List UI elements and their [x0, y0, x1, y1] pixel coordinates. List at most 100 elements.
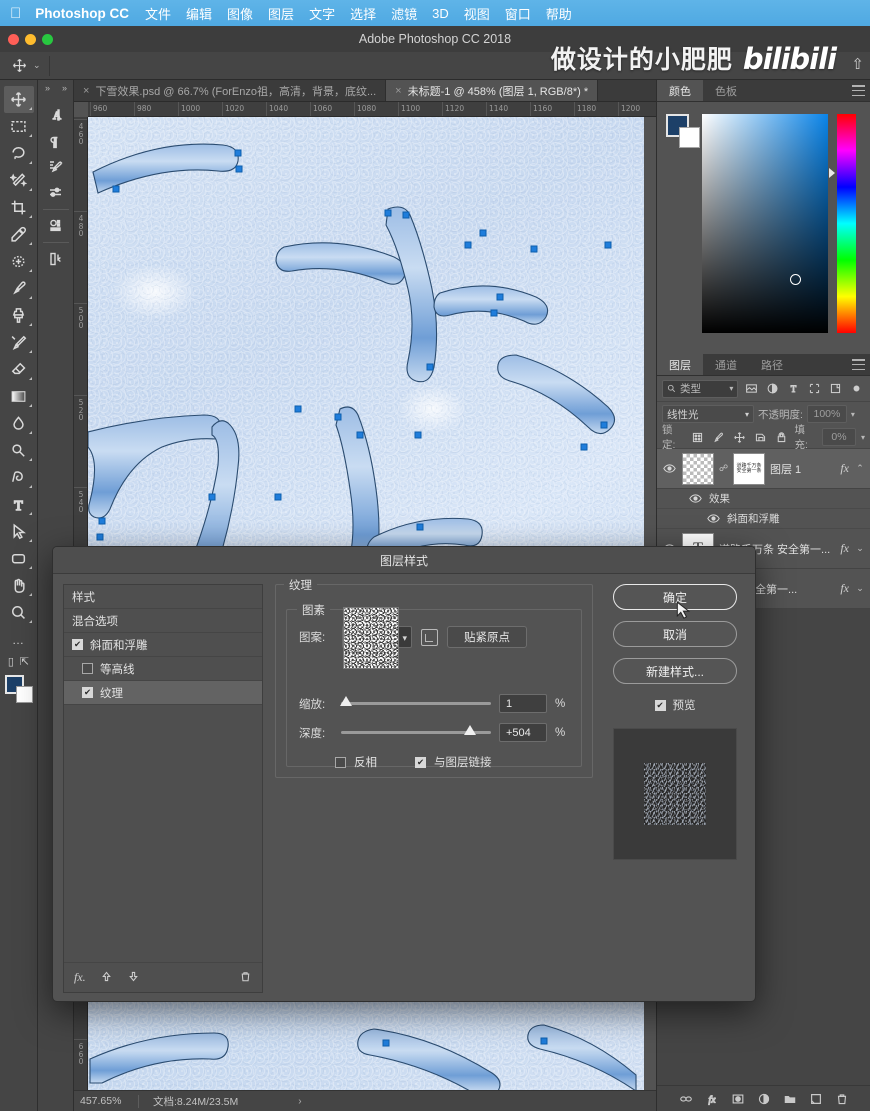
share-icon[interactable]: ⇧: [851, 55, 864, 73]
blend-mode-select[interactable]: 线性光 ▾: [662, 405, 754, 423]
style-checkbox-texture[interactable]: [82, 687, 93, 698]
path-anchor-point[interactable]: [384, 209, 392, 217]
link-mask-icon[interactable]: ☍: [719, 463, 728, 474]
adjustments-panel-icon[interactable]: [42, 213, 70, 239]
styles-list-footer[interactable]: fx.: [64, 962, 262, 992]
brush-tool-icon[interactable]: [4, 275, 34, 302]
scale-slider-knob[interactable]: [339, 696, 352, 706]
zoom-tool-icon[interactable]: [4, 599, 34, 626]
link-with-layer-checkbox[interactable]: [415, 756, 426, 768]
menu-item-3d[interactable]: 3D: [432, 6, 449, 21]
style-checkbox-bevel-emboss[interactable]: [72, 639, 83, 650]
background-color-swatch[interactable]: [679, 127, 700, 148]
background-color-swatch[interactable]: [15, 686, 33, 703]
menu-item-view[interactable]: 视图: [464, 4, 490, 23]
color-panel[interactable]: [657, 102, 870, 354]
path-anchor-point[interactable]: [98, 517, 106, 525]
chevron-down-icon[interactable]: ▾: [745, 410, 749, 419]
lock-row[interactable]: 锁定: 填充: 0% ▾: [657, 424, 870, 451]
path-anchor-point[interactable]: [490, 309, 498, 317]
color-panel-swatches[interactable]: [666, 114, 700, 148]
close-window-button[interactable]: [8, 34, 19, 45]
color-swatches[interactable]: [4, 674, 34, 704]
eraser-tool-icon[interactable]: [4, 356, 34, 383]
close-icon[interactable]: ×: [83, 85, 89, 97]
window-controls[interactable]: [8, 34, 53, 45]
pattern-thumbnail[interactable]: [343, 607, 399, 669]
lasso-tool-icon[interactable]: [4, 140, 34, 167]
tools-panel[interactable]: T … ▯ ⇱: [0, 80, 38, 1111]
path-anchor-point[interactable]: [600, 421, 608, 429]
lock-position-icon[interactable]: [732, 429, 748, 446]
gradient-tool-icon[interactable]: [4, 383, 34, 410]
preview-row[interactable]: 预览: [654, 697, 696, 713]
cancel-button[interactable]: 取消: [613, 621, 737, 647]
path-anchor-point[interactable]: [580, 443, 588, 451]
document-tab-snow-effect[interactable]: × 下雪效果.psd @ 66.7% (ForEnzo祖，高清，背景，底纹...: [74, 80, 387, 101]
layer-filter-row[interactable]: 类型 ▾ T: [657, 376, 870, 402]
path-anchor-point[interactable]: [356, 431, 364, 439]
hue-slider-marker[interactable]: [829, 168, 835, 178]
filter-toggle-icon[interactable]: [849, 380, 865, 397]
ok-button[interactable]: 确定: [613, 584, 737, 610]
path-anchor-point[interactable]: [479, 229, 487, 237]
layer-fx-icon[interactable]: fx: [840, 541, 849, 556]
layer-name[interactable]: 图层 1: [770, 461, 835, 477]
pattern-row[interactable]: 图案: ▾ 贴紧原点: [299, 607, 569, 669]
layer-style-dialog[interactable]: 图层样式 样式 混合选项 斜面和浮雕 等高线: [52, 546, 756, 1002]
chevron-down-icon[interactable]: ▾: [851, 410, 855, 419]
path-anchor-point[interactable]: [208, 493, 216, 501]
path-anchor-point[interactable]: [96, 533, 104, 541]
eyedropper-tool-icon[interactable]: [4, 221, 34, 248]
expand-panel-icon-left[interactable]: »: [45, 83, 50, 93]
depth-value-field[interactable]: +504: [499, 723, 547, 742]
filter-type-icon[interactable]: T: [786, 380, 802, 397]
path-anchor-point[interactable]: [464, 241, 472, 249]
magic-wand-tool-icon[interactable]: [4, 167, 34, 194]
horizontal-ruler[interactable]: 960 980 1000 1020 1040 1060 1080 1100 1120 1140 11…: [88, 102, 656, 117]
path-anchor-point[interactable]: [274, 493, 282, 501]
mac-menu-bar[interactable]:  Photoshop CC 文件 编辑 图像 图层 文字 选择 滤镜 3D 视…: [0, 0, 870, 26]
menu-item-select[interactable]: 选择: [350, 4, 376, 23]
path-anchor-point[interactable]: [402, 211, 410, 219]
move-tool-icon[interactable]: [6, 55, 32, 77]
document-tab-bar[interactable]: × 下雪效果.psd @ 66.7% (ForEnzo祖，高清，背景，底纹...…: [74, 80, 656, 102]
filter-smart-icon[interactable]: [828, 380, 844, 397]
path-anchor-point[interactable]: [112, 185, 120, 193]
effect-visibility-icon[interactable]: [705, 514, 721, 523]
menu-item-image[interactable]: 图像: [227, 4, 253, 23]
delete-layer-icon[interactable]: [835, 1092, 849, 1106]
pen-tool-icon[interactable]: [4, 464, 34, 491]
path-anchor-point[interactable]: [294, 405, 302, 413]
style-checkbox-contour[interactable]: [82, 663, 93, 674]
clone-stamp-tool-icon[interactable]: [4, 302, 34, 329]
lock-all-icon[interactable]: [774, 429, 790, 446]
menu-item-type[interactable]: 文字: [309, 4, 335, 23]
hue-slider[interactable]: [837, 114, 856, 333]
status-expand-icon[interactable]: ›: [298, 1096, 301, 1107]
path-anchor-point[interactable]: [426, 363, 434, 371]
fill-value-field[interactable]: 0%: [822, 428, 857, 446]
rectangle-tool-icon[interactable]: [4, 545, 34, 572]
close-icon[interactable]: ×: [395, 85, 401, 97]
preview-checkbox[interactable]: [654, 699, 666, 711]
path-selection-tool-icon[interactable]: [4, 518, 34, 545]
dodge-tool-icon[interactable]: [4, 437, 34, 464]
tab-color[interactable]: 颜色: [657, 80, 703, 101]
link-layers-icon[interactable]: [679, 1092, 693, 1106]
path-anchor-point[interactable]: [234, 149, 242, 157]
layer-fx-icon[interactable]: fx: [840, 461, 849, 476]
options-bar[interactable]: ⌄: [0, 52, 870, 80]
new-preset-icon[interactable]: [421, 628, 438, 646]
texture-checkbox-row[interactable]: 反相 与图层链接: [299, 754, 569, 770]
document-tab-untitled-1[interactable]: × 未标题-1 @ 458% (图层 1, RGB/8*) *: [386, 80, 599, 101]
scale-slider[interactable]: [339, 696, 491, 706]
filter-adjustment-icon[interactable]: [764, 380, 780, 397]
screen-mode-icon[interactable]: ⇱: [20, 655, 29, 668]
scale-row[interactable]: 缩放: 1 %: [299, 694, 569, 713]
history-brush-tool-icon[interactable]: [4, 329, 34, 356]
snap-to-origin-button[interactable]: 贴紧原点: [447, 626, 527, 648]
lock-image-icon[interactable]: [711, 429, 727, 446]
color-panel-tabs[interactable]: 颜色 色板: [657, 80, 870, 102]
path-anchor-point[interactable]: [235, 165, 243, 173]
